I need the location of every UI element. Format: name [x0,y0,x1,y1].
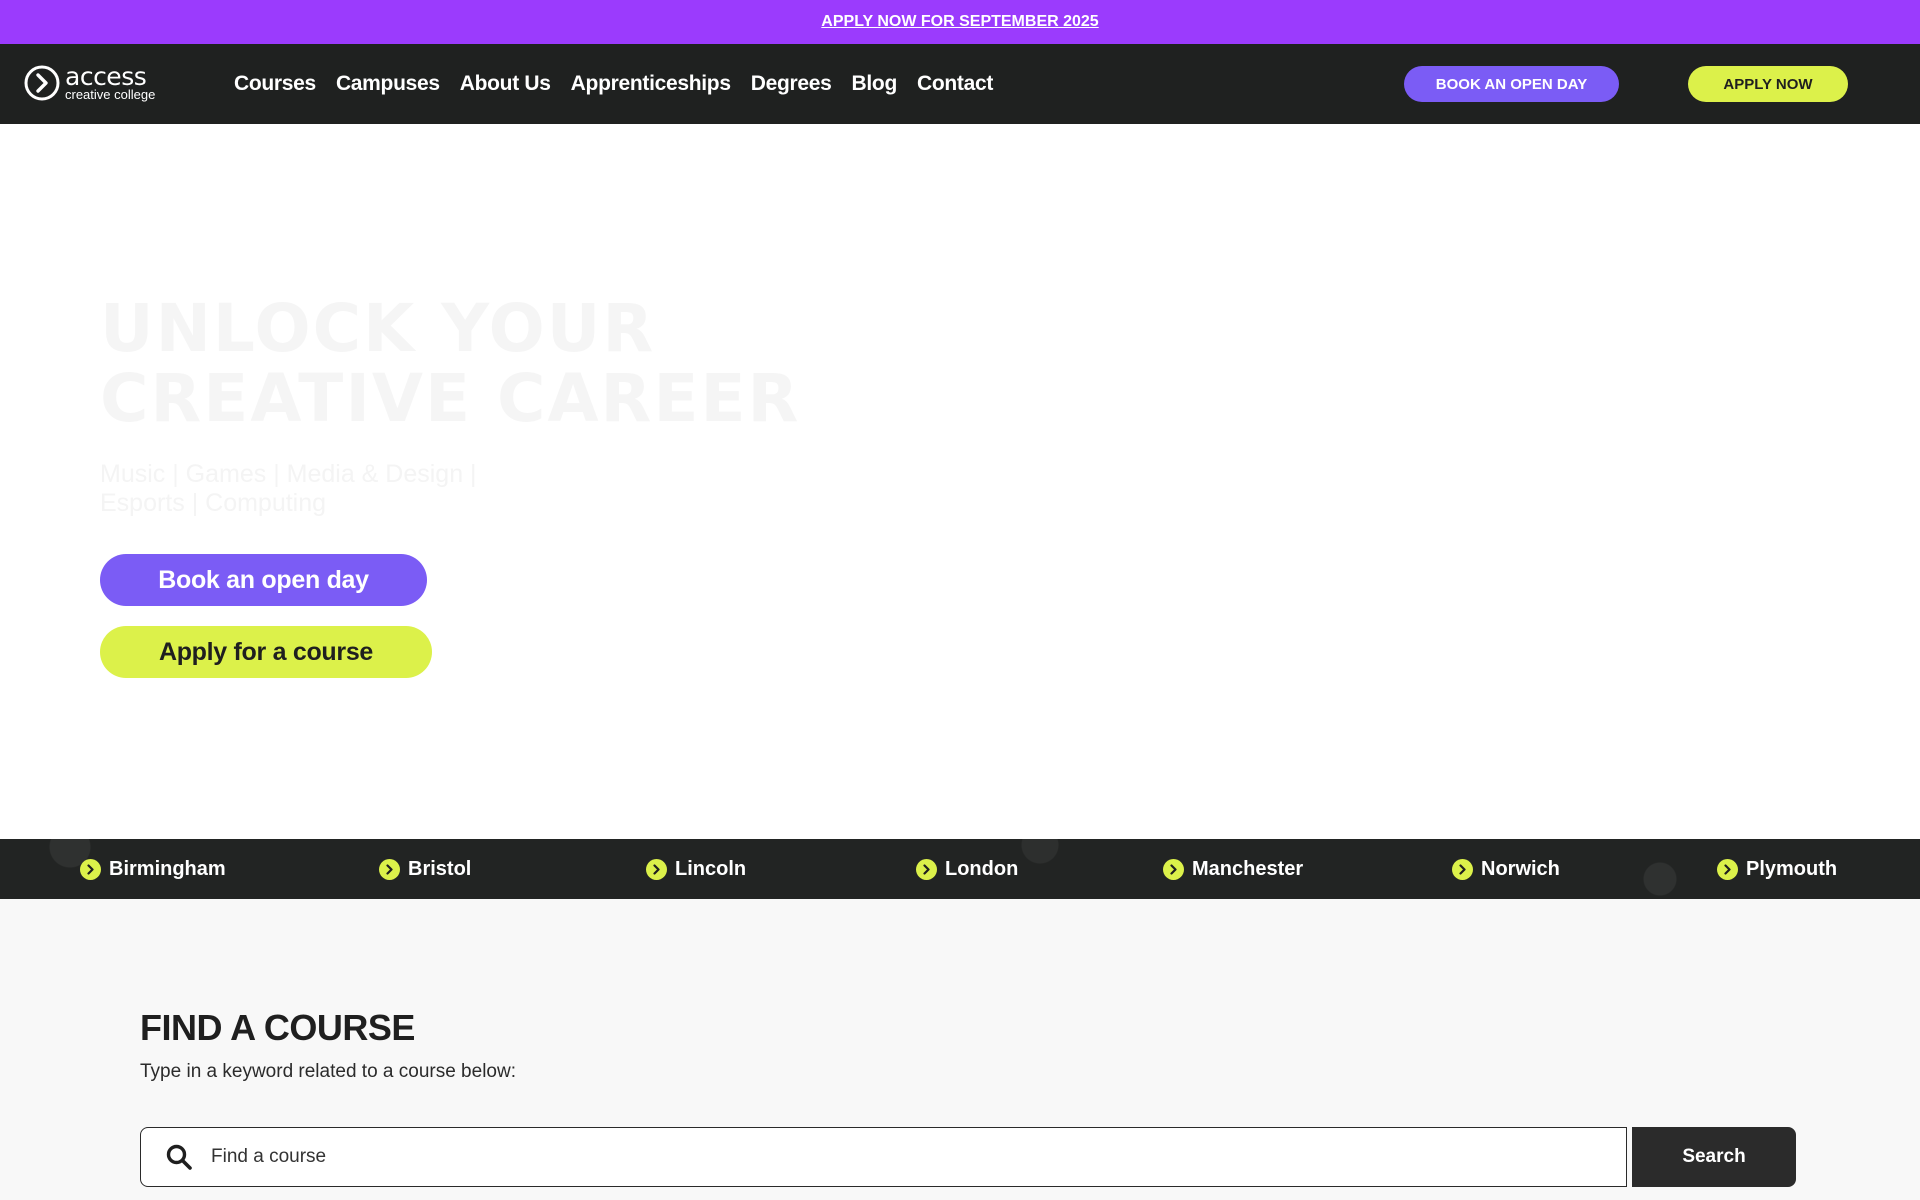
site-logo[interactable]: access creative college [24,64,155,101]
search-button[interactable]: Search [1632,1127,1796,1187]
chevron-right-circle-icon [379,858,400,880]
find-course-title: FIND A COURSE [140,1007,415,1048]
chevron-right-circle-icon [80,858,101,880]
logo-chevron-icon [24,65,60,100]
campus-label: Birmingham [109,857,226,880]
nav-about-us[interactable]: About Us [460,72,551,96]
promo-bar: APPLY NOW FOR SEPTEMBER 2025 [0,0,1920,44]
nav-courses[interactable]: Courses [234,72,316,96]
hero-book-open-day-button[interactable]: Book an open day [100,554,427,606]
primary-nav: Courses Campuses About Us Apprenticeship… [234,44,1013,124]
campus-label: Norwich [1481,857,1560,880]
hero-title-line-1: UNLOCK YOUR [100,290,656,367]
course-search-input[interactable] [211,1146,1511,1168]
logo-word: access [65,62,147,91]
chevron-right-circle-icon [646,858,667,880]
nav-degrees[interactable]: Degrees [751,72,832,96]
campus-link-birmingham[interactable]: Birmingham [80,839,226,899]
campus-link-plymouth[interactable]: Plymouth [1717,839,1837,899]
find-course-description: Type in a keyword related to a course be… [140,1061,516,1082]
hero-title: UNLOCK YOUR CREATIVE CAREER [100,294,800,434]
chevron-right-circle-icon [1163,858,1184,880]
hero-apply-course-button[interactable]: Apply for a course [100,626,432,678]
chevron-right-circle-icon [1717,858,1738,880]
nav-blog[interactable]: Blog [852,72,898,96]
nav-contact[interactable]: Contact [917,72,993,96]
hero-section: UNLOCK YOUR CREATIVE CAREER Music | Game… [0,124,1920,839]
nav-apprenticeships[interactable]: Apprenticeships [571,72,731,96]
chevron-right-circle-icon [916,858,937,880]
logo-text: access creative college [65,64,155,101]
campus-label: London [945,857,1019,880]
campus-strip: Birmingham Bristol Lincoln London Manche… [0,839,1920,899]
campus-link-norwich[interactable]: Norwich [1452,839,1560,899]
hero-subtitle: Music | Games | Media & Design | Esports… [100,460,477,517]
hero-title-line-2: CREATIVE CAREER [100,360,801,437]
logo-subtitle: creative college [65,87,156,102]
chevron-right-circle-icon [1452,858,1473,880]
campus-label: Manchester [1192,857,1304,880]
campus-link-manchester[interactable]: Manchester [1163,839,1303,899]
campus-link-london[interactable]: London [916,839,1018,899]
promo-apply-link[interactable]: APPLY NOW FOR SEPTEMBER 2025 [821,13,1098,31]
find-course-section: FIND A COURSE Type in a keyword related … [0,899,1920,1200]
campus-label: Plymouth [1746,857,1838,880]
campus-link-bristol[interactable]: Bristol [379,839,471,899]
campus-label: Lincoln [675,857,747,880]
book-open-day-button[interactable]: BOOK AN OPEN DAY [1404,66,1619,102]
search-icon [166,1144,192,1170]
campus-link-lincoln[interactable]: Lincoln [646,839,746,899]
campus-label: Bristol [408,857,472,880]
course-search-box [140,1127,1627,1187]
apply-now-button[interactable]: APPLY NOW [1688,66,1848,102]
main-navbar: access creative college Courses Campuses… [0,44,1920,124]
nav-campuses[interactable]: Campuses [336,72,440,96]
